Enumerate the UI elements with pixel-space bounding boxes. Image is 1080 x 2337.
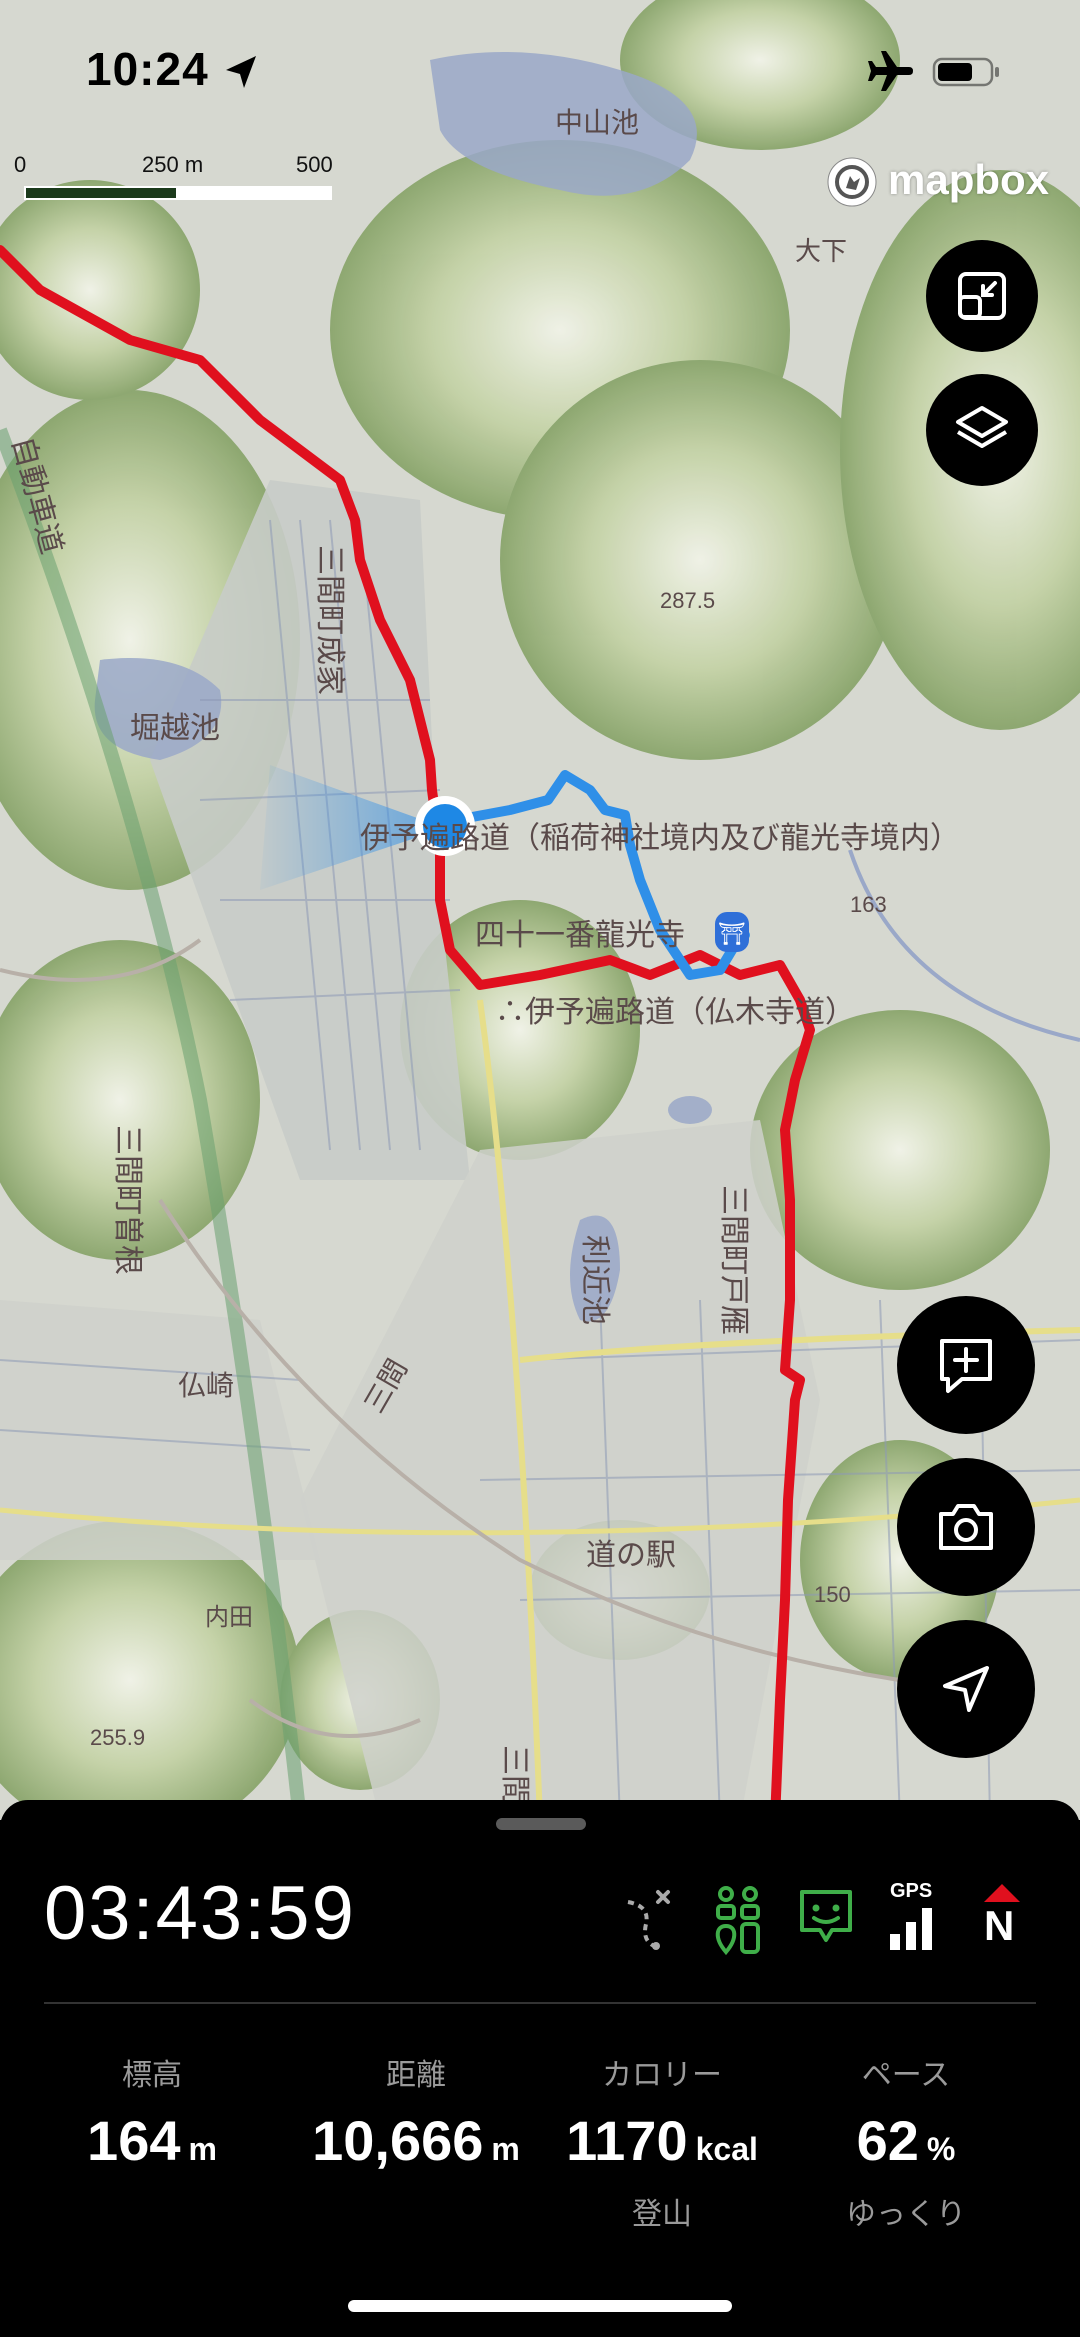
label-michi-no-eki: 道の駅: [586, 1539, 676, 1572]
scale-bar-light: [178, 186, 332, 200]
label-mima-2: 三間: [498, 1745, 531, 1805]
camera-icon: [939, 1504, 993, 1550]
label-uchida: 内田: [205, 1604, 253, 1631]
stat-value: 62: [856, 2109, 919, 2172]
panel-drag-handle[interactable]: [496, 1818, 586, 1830]
add-note-button[interactable]: [897, 1296, 1035, 1434]
stat-label: カロリー: [602, 2059, 722, 2092]
stat-value: 10,666: [312, 2109, 484, 2172]
label-temple-41: 四十一番龍光寺: [475, 919, 685, 952]
stat-sub: ゆっくり: [846, 2198, 966, 2231]
temple-marker[interactable]: ⛩: [715, 912, 749, 952]
stat-value: 1170: [566, 2109, 688, 2172]
stat-unit: m: [491, 2131, 520, 2167]
panel-divider: [44, 2002, 1036, 2004]
compass-north-icon[interactable]: N: [978, 1880, 1028, 1956]
gps-bar-1: [890, 1934, 900, 1950]
scale-label-0: 0: [14, 152, 27, 177]
location-arrow-icon: [226, 56, 256, 88]
chat-icon[interactable]: [796, 1880, 856, 1956]
gps-bar-2: [906, 1922, 916, 1950]
scale-label-250: 250 m: [142, 152, 204, 177]
battery-icon: [932, 57, 999, 87]
status-time: 10:24: [86, 43, 209, 95]
map-scale: 0 250 m 500 m: [14, 152, 354, 208]
compass-needle-icon: [984, 1884, 1020, 1902]
layers-button[interactable]: [926, 374, 1038, 486]
add-note-icon: [940, 1339, 992, 1393]
label-rika: 利近池: [578, 1235, 611, 1325]
gps-signal-icon[interactable]: GPS: [884, 1880, 944, 1956]
status-bar: 10:24: [0, 0, 1080, 140]
fit-route-button[interactable]: [926, 240, 1038, 352]
label-road-iyo-2: ∴伊予遍路道（仏木寺道）: [495, 996, 855, 1029]
gps-bar-3: [922, 1908, 932, 1950]
scale-bar-dark: [24, 186, 178, 200]
stat-distance: 距離 10,666 m: [286, 2050, 546, 2173]
stat-label: ペース: [861, 2059, 951, 2092]
stat-calories: カロリー 1170 kcal 登山: [532, 2050, 792, 2233]
airplane-icon: [868, 51, 913, 91]
fit-route-icon: [958, 272, 1006, 320]
label-elev-2559: 255.9: [90, 1725, 145, 1750]
stat-unit: m: [188, 2131, 217, 2167]
stat-sub: 登山: [632, 2198, 692, 2231]
stat-value: 164: [87, 2109, 181, 2172]
svg-text:⛩: ⛩: [718, 921, 746, 946]
compass-label: N: [984, 1902, 1015, 1949]
label-elev-163: 163: [850, 892, 887, 917]
stat-label: 標高: [122, 2059, 182, 2092]
label-oshita: 大下: [795, 236, 847, 266]
mapbox-wordmark: mapbox: [888, 156, 1050, 203]
elapsed-time: 03:43:59: [44, 1871, 356, 1956]
camera-button[interactable]: [897, 1458, 1035, 1596]
layers-icon: [956, 406, 1008, 448]
label-elev-2875: 287.5: [660, 588, 715, 613]
tracking-panel[interactable]: 03:43:59 GPS N 標高 164 m 距離 10,666 m カロリー…: [0, 1800, 1080, 2337]
navigate-button[interactable]: [897, 1620, 1035, 1758]
stat-label: 距離: [386, 2059, 446, 2092]
mapbox-mark-icon: [827, 157, 877, 207]
navigate-icon: [943, 1666, 989, 1712]
label-sone: 三間町曽根: [111, 1125, 144, 1275]
mapbox-logo: mapbox: [824, 150, 1064, 214]
label-elev-150: 150: [814, 1582, 851, 1607]
gps-label: GPS: [890, 1880, 933, 1902]
label-narie: 三間町成家: [313, 545, 346, 695]
stat-elevation: 標高 164 m: [22, 2050, 282, 2173]
stat-unit: %: [926, 2131, 956, 2167]
route-off-icon[interactable]: [620, 1880, 680, 1956]
label-pond-horikoshi: 堀越池: [130, 712, 220, 745]
home-indicator[interactable]: [348, 2300, 732, 2312]
label-tomo: 三間町戸雁: [717, 1185, 750, 1335]
label-road-iyo-1: 伊予遍路道（稲荷神社境内及び龍光寺境内）: [360, 822, 960, 855]
stat-pace: ペース 62% ゆっくり: [776, 2050, 1036, 2233]
label-nisaki: 仏崎: [178, 1370, 234, 1401]
companions-icon[interactable]: [706, 1880, 770, 1956]
stat-unit: kcal: [695, 2131, 758, 2167]
